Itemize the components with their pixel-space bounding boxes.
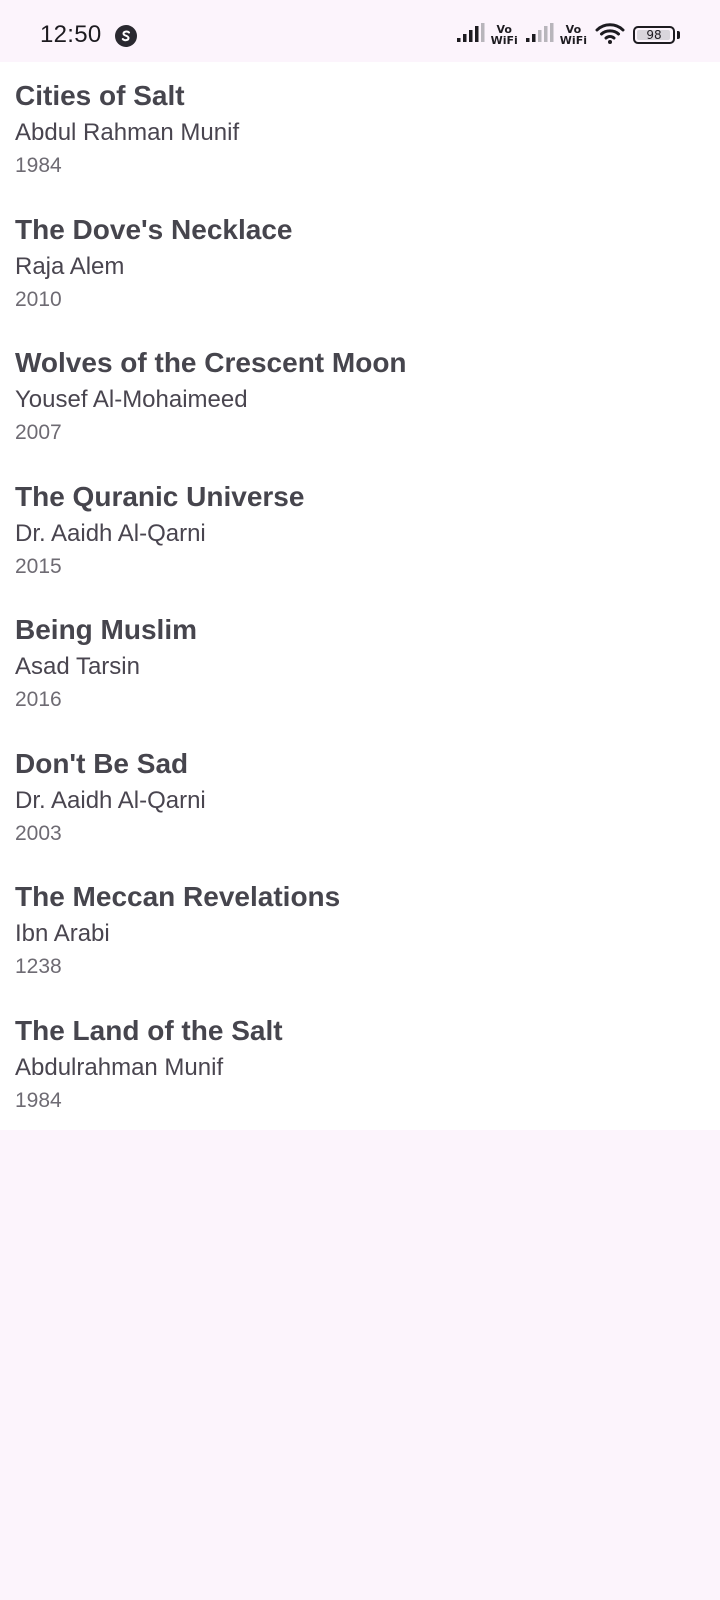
book-author: Yousef Al-Mohaimeed — [15, 386, 248, 413]
book-author: Abdul Rahman Munif — [15, 119, 240, 146]
book-year: 1984 — [15, 154, 62, 177]
battery-icon: 98 — [633, 26, 675, 44]
book-list-item[interactable]: Don't Be Sad Dr. Aaidh Al-Qarni 2003 — [0, 730, 720, 864]
book-year: 2010 — [15, 287, 62, 311]
book-author: Ibn Arabi — [15, 920, 110, 947]
signal-icon — [456, 22, 485, 48]
book-title: Cities of Salt — [15, 80, 185, 111]
book-year: 2016 — [15, 688, 62, 711]
book-title: Being Muslim — [15, 614, 198, 645]
book-year: 1238 — [15, 955, 62, 978]
app-notification-icon — [115, 25, 137, 47]
signal-icon — [525, 22, 554, 48]
status-bar: 12:50 Vo WiFi Vo WiFi 98 — [0, 0, 720, 62]
book-author: Dr. Aaidh Al-Qarni — [15, 519, 206, 547]
book-list-item[interactable]: The Meccan Revelations Ibn Arabi 1238 — [0, 863, 720, 997]
book-author: Asad Tarsin — [15, 653, 140, 680]
status-time: 12:50 — [40, 21, 102, 48]
book-title: Don't Be Sad — [15, 747, 189, 779]
book-title: The Land of the Salt — [15, 1014, 283, 1046]
book-year: 2003 — [15, 821, 62, 845]
book-year: 2007 — [15, 421, 62, 444]
book-list-item[interactable]: Cities of Salt Abdul Rahman Munif 1984 — [0, 62, 720, 196]
book-author: Raja Alem — [15, 252, 125, 280]
status-icons: Vo WiFi Vo WiFi 98 — [456, 20, 680, 50]
vowifi-label-bottom: WiFi — [559, 34, 587, 47]
book-list: Cities of Salt Abdul Rahman Munif 1984 T… — [0, 62, 720, 1130]
book-year: 2015 — [15, 554, 62, 578]
book-year: 1984 — [15, 1088, 62, 1112]
vowifi-indicator: Vo WiFi — [560, 24, 587, 46]
book-title: The Quranic Universe — [15, 480, 305, 512]
book-author: Dr. Aaidh Al-Qarni — [15, 786, 206, 814]
book-title: Wolves of the Crescent Moon — [15, 347, 407, 378]
vowifi-label-bottom: WiFi — [490, 34, 518, 47]
book-title: The Dove's Necklace — [15, 213, 293, 245]
book-list-item[interactable]: Wolves of the Crescent Moon Yousef Al-Mo… — [0, 329, 720, 463]
book-list-item[interactable]: Being Muslim Asad Tarsin 2016 — [0, 596, 720, 730]
wifi-icon — [595, 21, 625, 50]
battery-level: 98 — [646, 28, 662, 42]
book-list-item[interactable]: The Dove's Necklace Raja Alem 2010 — [0, 196, 720, 330]
book-author: Abdulrahman Munif — [15, 1053, 224, 1081]
book-list-item[interactable]: The Quranic Universe Dr. Aaidh Al-Qarni … — [0, 463, 720, 597]
book-title: The Meccan Revelations — [15, 881, 341, 912]
battery-tip — [677, 31, 680, 39]
book-list-item[interactable]: The Land of the Salt Abdulrahman Munif 1… — [0, 997, 720, 1131]
vowifi-indicator: Vo WiFi — [491, 24, 518, 46]
